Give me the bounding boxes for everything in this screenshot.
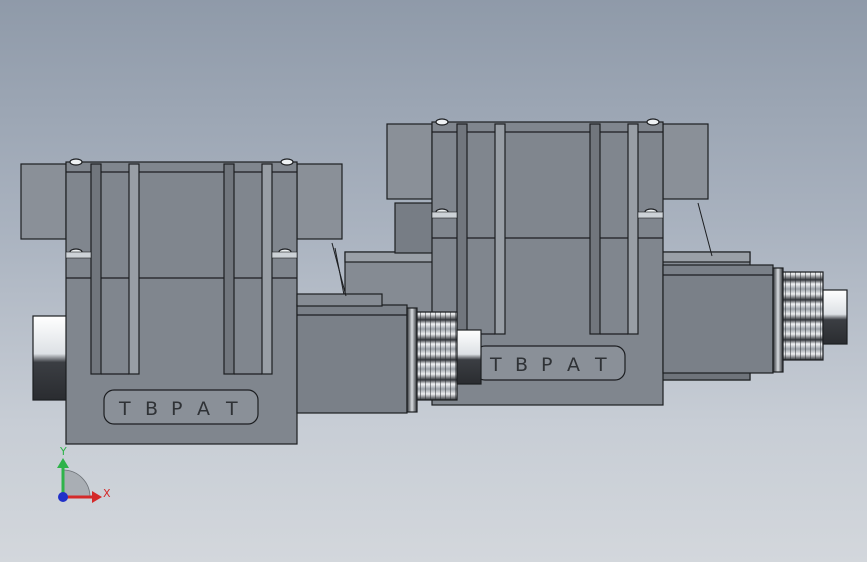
valve-back-solenoid: [662, 264, 774, 374]
valve-front-port-T2: T: [225, 398, 238, 420]
triad-x-label: X: [103, 487, 111, 500]
valve-front-port-T1: T: [118, 398, 131, 420]
triad-x-arrow: [92, 491, 102, 503]
valve-back-end-nut: [822, 289, 848, 345]
valve-back-connector-right: [662, 123, 709, 200]
valve-front-port-plate: T B P A T: [103, 389, 259, 425]
triad-y-arrow: [57, 458, 69, 468]
axis-triad[interactable]: Y X: [57, 445, 111, 503]
valve-front-end-nut: [32, 315, 68, 401]
valve-back-connector-left: [386, 123, 433, 200]
valve-front-port-P: P: [171, 398, 182, 420]
valve-assembly-drawing: T B P A T T B P A T Y X: [20, 118, 848, 503]
valve-back-port-T1: T: [489, 354, 502, 376]
valve-back-port-plate: T B P A T: [474, 345, 626, 381]
cad-viewport[interactable]: T B P A T T B P A T Y X: [0, 0, 867, 562]
triad-rotation-arc: [62, 469, 91, 498]
valve-front-end-nut-right: [456, 329, 482, 385]
valve-back-port-A: A: [567, 354, 580, 376]
valve-back-port-B: B: [515, 354, 528, 376]
valve-front-connector-left: [20, 163, 67, 240]
triad-y-label: Y: [59, 445, 67, 458]
valve-front-knurled-cap: [416, 311, 458, 401]
valve-front-port-A: A: [197, 398, 210, 420]
triad-z-axis: [58, 492, 68, 502]
valve-front-port-B: B: [145, 398, 158, 420]
valve-front-connector-right: [296, 163, 343, 240]
valve-back-port-T2: T: [594, 354, 607, 376]
valve-back-knurled-cap: [782, 271, 824, 361]
valve-back-port-P: P: [541, 354, 552, 376]
valve-front-solenoid: [296, 304, 408, 414]
